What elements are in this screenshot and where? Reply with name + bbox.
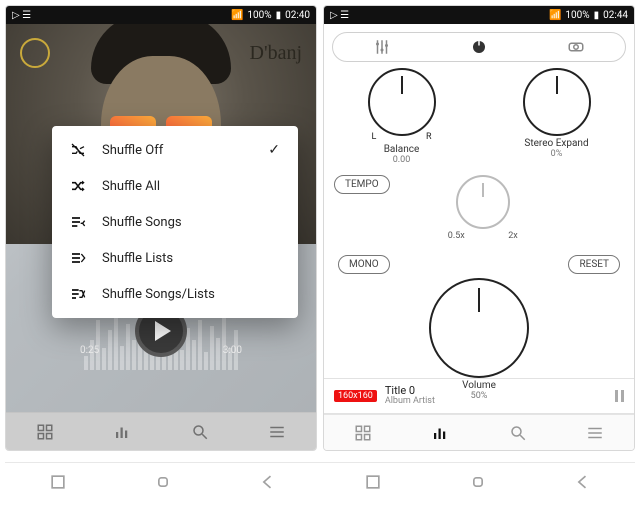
equalizer-icon[interactable]	[431, 424, 449, 442]
menu-icon[interactable]	[268, 423, 286, 441]
stereo-value: 0%	[523, 149, 591, 159]
reset-button[interactable]: RESET	[568, 255, 620, 274]
shuffle-songs-lists-icon	[70, 286, 86, 302]
recents-icon[interactable]	[363, 472, 383, 492]
back-icon[interactable]	[258, 472, 278, 492]
crest-icon	[20, 38, 50, 68]
shuffle-songs-lists-item[interactable]: Shuffle Songs/Lists	[52, 276, 298, 312]
shuffle-lists-item[interactable]: Shuffle Lists	[52, 240, 298, 276]
screen-player: ▷ ☰ 📶 100% ▮ 02:40 D'banj 0:25 3:00	[5, 5, 317, 451]
mono-button[interactable]: MONO	[338, 255, 390, 274]
home-icon[interactable]	[153, 472, 173, 492]
surround-icon[interactable]	[567, 38, 585, 56]
status-wifi-icon: 📶	[549, 10, 561, 21]
bottom-nav	[324, 414, 634, 450]
shuffle-songs-icon	[70, 214, 86, 230]
mode-selector	[332, 32, 626, 62]
artist-signature: D'banj	[250, 42, 302, 65]
now-playing-bar[interactable]: 160x160 Title 0 Album Artist	[324, 378, 634, 414]
tempo-button[interactable]: TEMPO	[334, 175, 390, 194]
menu-item-label: Shuffle All	[102, 179, 160, 194]
tempo-max: 2x	[508, 231, 518, 241]
status-battery: 100%	[565, 10, 589, 21]
library-icon[interactable]	[354, 424, 372, 442]
screen-controls: ▷ ☰ 📶 100% ▮ 02:44 L R Balance 0.00	[323, 5, 635, 451]
status-indicators: ▷ ☰	[330, 10, 349, 21]
status-wifi-icon: 📶	[231, 10, 243, 21]
status-time: 02:44	[603, 10, 628, 21]
status-time: 02:40	[285, 10, 310, 21]
balance-right-label: R	[426, 132, 432, 142]
check-icon: ✓	[268, 142, 280, 158]
shuffle-menu: Shuffle Off ✓ Shuffle All Shuffle Songs …	[52, 126, 298, 318]
balance-left-label: L	[372, 132, 377, 142]
recents-icon[interactable]	[48, 472, 68, 492]
status-battery-icon: ▮	[276, 10, 282, 21]
shuffle-songs-item[interactable]: Shuffle Songs	[52, 204, 298, 240]
balance-knob[interactable]: L R Balance 0.00	[368, 68, 436, 165]
shuffle-all-item[interactable]: Shuffle All	[52, 168, 298, 204]
search-icon[interactable]	[191, 423, 209, 441]
play-icon	[155, 321, 171, 341]
back-icon[interactable]	[573, 472, 593, 492]
shuffle-lists-icon	[70, 250, 86, 266]
bottom-nav	[6, 412, 316, 450]
menu-item-label: Shuffle Songs/Lists	[102, 287, 215, 302]
pause-icon[interactable]	[615, 390, 624, 402]
menu-item-label: Shuffle Lists	[102, 251, 173, 266]
track-subtitle: Album Artist	[385, 397, 435, 407]
stereo-label: Stereo Expand	[523, 138, 591, 149]
menu-icon[interactable]	[586, 424, 604, 442]
status-battery-icon: ▮	[594, 10, 600, 21]
shuffle-icon	[70, 178, 86, 194]
status-indicators: ▷ ☰	[12, 10, 31, 21]
library-icon[interactable]	[36, 423, 54, 441]
shuffle-off-item[interactable]: Shuffle Off ✓	[52, 132, 298, 168]
status-bar: ▷ ☰ 📶 100% ▮ 02:40	[6, 6, 316, 24]
art-badge: 160x160	[334, 390, 377, 402]
equalizer-icon[interactable]	[113, 423, 131, 441]
status-battery: 100%	[247, 10, 271, 21]
stereo-expand-knob[interactable]: Stereo Expand 0%	[523, 68, 591, 165]
home-icon[interactable]	[468, 472, 488, 492]
shuffle-off-icon	[70, 142, 86, 158]
search-icon[interactable]	[509, 424, 527, 442]
tempo-knob[interactable]: 0.5x 2x	[448, 175, 518, 241]
sliders-icon[interactable]	[373, 38, 391, 56]
balance-label: Balance	[368, 144, 436, 155]
balance-value: 0.00	[368, 155, 436, 165]
menu-item-label: Shuffle Songs	[102, 215, 182, 230]
status-bar: ▷ ☰ 📶 100% ▮ 02:44	[324, 6, 634, 24]
controls-body: L R Balance 0.00 Stereo Expand 0% TEMPO 0…	[324, 24, 634, 450]
android-softkeys	[5, 462, 635, 500]
dial-icon[interactable]	[470, 38, 488, 56]
tempo-min: 0.5x	[448, 231, 465, 241]
menu-item-label: Shuffle Off	[102, 143, 163, 158]
